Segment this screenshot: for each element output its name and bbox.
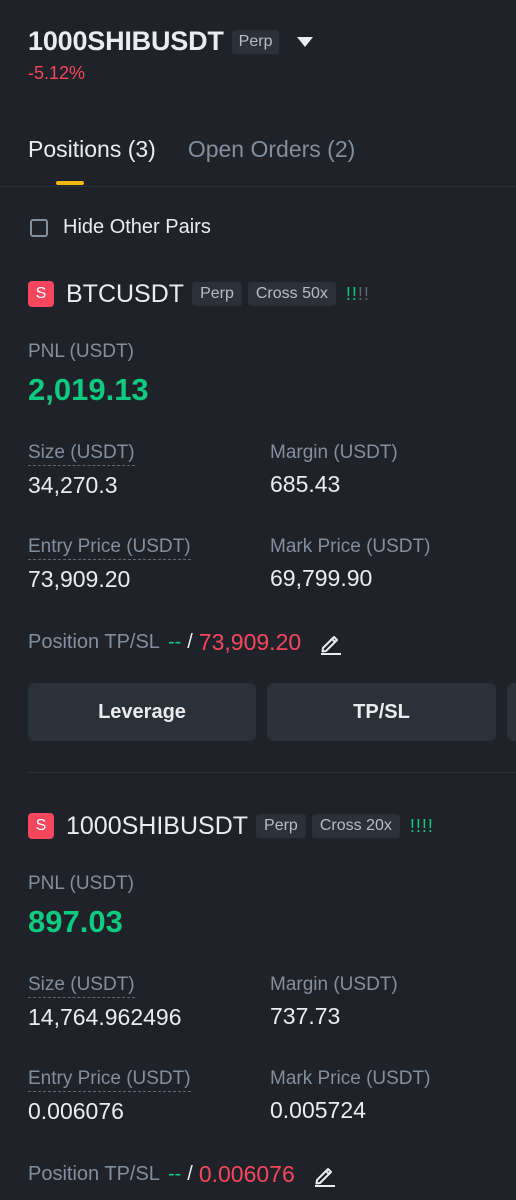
adl-indicator-icon: !!!! — [409, 815, 434, 836]
hide-other-pairs-label: Hide Other Pairs — [63, 216, 211, 238]
positions-screen: 1000SHIBUSDT Perp -5.12% Positions (3) O… — [0, 0, 516, 1200]
position-card-btcusdt: S BTCUSDT Perp Cross 50x !!!! PNL (USDT)… — [28, 279, 516, 749]
market-header: 1000SHIBUSDT Perp -5.12% — [28, 26, 516, 84]
contract-type-badge: Perp — [231, 29, 280, 54]
margin-value: 737.73 — [270, 1003, 341, 1029]
market-symbol[interactable]: 1000SHIBUSDT — [28, 26, 224, 57]
more-actions-button[interactable] — [507, 683, 516, 741]
size-cell: Size (USDT) 14,764.962496 — [28, 974, 182, 1031]
contract-type-tag: Perp — [192, 282, 242, 306]
margin-label: Margin (USDT) — [270, 442, 398, 463]
mark-price-value: 0.005724 — [270, 1097, 366, 1123]
take-profit-value: -- — [167, 1163, 182, 1185]
position-symbol[interactable]: 1000SHIBUSDT — [66, 812, 248, 841]
margin-label: Margin (USDT) — [270, 974, 398, 995]
margin-mode-tag[interactable]: Cross 50x — [247, 282, 336, 306]
mark-price-label: Mark Price (USDT) — [270, 536, 431, 557]
margin-cell: Margin (USDT) 737.73 — [270, 974, 398, 1030]
margin-value: 685.43 — [270, 471, 341, 497]
tpsl-button[interactable]: TP/SL — [267, 683, 496, 741]
entry-price-value: 73,909.20 — [28, 566, 131, 592]
pnl-value: 2,019.13 — [28, 372, 149, 407]
position-symbol[interactable]: BTCUSDT — [66, 280, 184, 309]
margin-cell: Margin (USDT) 685.43 — [270, 442, 398, 498]
side-badge: S — [28, 813, 54, 839]
tab-positions[interactable]: Positions (3) — [28, 136, 156, 175]
size-label[interactable]: Size (USDT) — [28, 442, 135, 466]
position-header: S 1000SHIBUSDT Perp Cross 20x !!!! — [28, 811, 516, 841]
size-value: 34,270.3 — [28, 472, 118, 498]
contract-type-tag: Perp — [256, 814, 306, 838]
tpsl-separator: / — [187, 631, 193, 653]
position-tpsl-label: Position TP/SL — [28, 631, 160, 653]
leverage-button[interactable]: Leverage — [28, 683, 256, 741]
adl-indicator-icon: !!!! — [345, 283, 370, 304]
side-badge: S — [28, 281, 54, 307]
entry-price-value: 0.006076 — [28, 1098, 124, 1124]
active-tab-indicator — [56, 181, 84, 185]
take-profit-value: -- — [167, 631, 182, 653]
pnl-block: PNL (USDT) 2,019.13 — [28, 341, 149, 408]
hide-other-pairs-checkbox[interactable] — [30, 218, 48, 237]
entry-price-label[interactable]: Entry Price (USDT) — [28, 1068, 191, 1092]
edit-icon[interactable] — [319, 631, 343, 655]
position-tpsl-row: Position TP/SL -- / 0.006076 — [28, 1161, 337, 1188]
pnl-label: PNL (USDT) — [28, 341, 134, 362]
pnl-value: 897.03 — [28, 904, 123, 939]
price-change: -5.12% — [28, 63, 86, 83]
chevron-down-icon[interactable] — [297, 36, 314, 47]
entry-price-cell: Entry Price (USDT) 0.006076 — [28, 1068, 191, 1125]
entry-price-label[interactable]: Entry Price (USDT) — [28, 536, 191, 560]
size-cell: Size (USDT) 34,270.3 — [28, 442, 135, 499]
position-tpsl-label: Position TP/SL — [28, 1163, 160, 1185]
pnl-label: PNL (USDT) — [28, 873, 134, 894]
positions-divider — [28, 772, 516, 773]
edit-icon[interactable] — [313, 1163, 337, 1187]
stop-loss-value: 0.006076 — [198, 1161, 295, 1187]
mark-price-label: Mark Price (USDT) — [270, 1068, 431, 1089]
position-header: S BTCUSDT Perp Cross 50x !!!! — [28, 279, 516, 309]
mark-price-cell: Mark Price (USDT) 69,799.90 — [270, 536, 430, 592]
tpsl-separator: / — [187, 1163, 193, 1185]
hide-other-pairs-toggle[interactable]: Hide Other Pairs — [30, 216, 211, 239]
tab-bar: Positions (3) Open Orders (2) — [28, 136, 387, 175]
tab-open-orders[interactable]: Open Orders (2) — [188, 136, 355, 175]
margin-mode-tag[interactable]: Cross 20x — [311, 814, 400, 838]
mark-price-value: 69,799.90 — [270, 565, 373, 591]
position-tpsl-row: Position TP/SL -- / 73,909.20 — [28, 629, 343, 656]
mark-price-cell: Mark Price (USDT) 0.005724 — [270, 1068, 430, 1124]
tabs-divider — [0, 186, 516, 187]
size-label[interactable]: Size (USDT) — [28, 974, 135, 998]
pnl-block: PNL (USDT) 897.03 — [28, 873, 134, 940]
entry-price-cell: Entry Price (USDT) 73,909.20 — [28, 536, 191, 593]
position-card-1000shibusdt: S 1000SHIBUSDT Perp Cross 20x !!!! PNL (… — [28, 811, 516, 1200]
position-actions: Leverage TP/SL — [28, 683, 516, 741]
size-value: 14,764.962496 — [28, 1004, 182, 1030]
stop-loss-value: 73,909.20 — [198, 629, 302, 655]
